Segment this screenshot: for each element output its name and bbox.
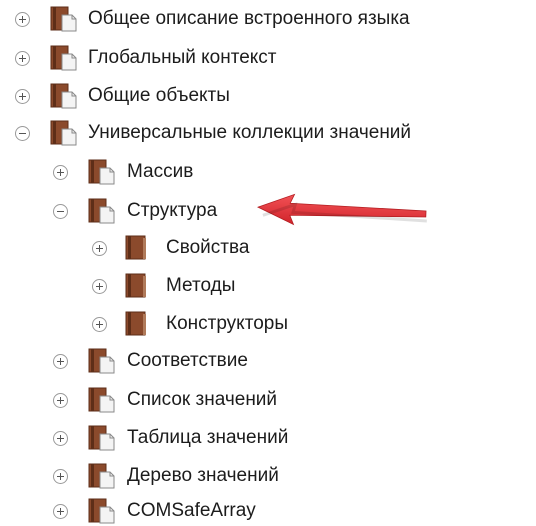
tree-item[interactable]: Методы — [0, 271, 536, 301]
tree-item-label[interactable]: Дерево значений — [127, 465, 279, 487]
red-arrow-icon — [257, 193, 427, 226]
book-page-icon — [88, 498, 115, 524]
book-page-icon — [88, 387, 115, 413]
tree-item[interactable]: Дерево значений — [0, 461, 536, 491]
book-page-icon — [50, 83, 77, 109]
book-page-icon — [50, 45, 77, 71]
tree-item-label[interactable]: Общие объекты — [88, 85, 230, 107]
tree-item[interactable]: Массив — [0, 157, 536, 187]
expand-toggle[interactable] — [92, 241, 107, 256]
help-tree: Общее описание встроенного языка Глобаль… — [0, 0, 536, 526]
tree-item[interactable]: Глобальный контекст — [0, 43, 536, 73]
book-page-icon — [88, 425, 115, 451]
expand-toggle[interactable] — [92, 279, 107, 294]
tree-item-label[interactable]: Методы — [166, 275, 235, 297]
book-icon — [125, 273, 146, 298]
tree-item-label[interactable]: Глобальный контекст — [88, 47, 277, 69]
expand-toggle[interactable] — [53, 354, 68, 369]
collapse-toggle[interactable] — [15, 126, 30, 141]
expand-toggle[interactable] — [53, 431, 68, 446]
tree-item-label[interactable]: Свойства — [166, 237, 249, 259]
collapse-toggle[interactable] — [53, 204, 68, 219]
expand-toggle[interactable] — [53, 165, 68, 180]
tree-item-label[interactable]: Структура — [127, 200, 217, 222]
book-page-icon — [88, 463, 115, 489]
book-icon — [125, 235, 146, 260]
tree-item-label[interactable]: Конструкторы — [166, 313, 288, 335]
tree-item-label[interactable]: COMSafeArray — [127, 500, 256, 522]
expand-toggle[interactable] — [15, 12, 30, 27]
expand-toggle[interactable] — [15, 51, 30, 66]
tree-item[interactable]: Конструкторы — [0, 309, 536, 339]
tree-item-label[interactable]: Список значений — [127, 389, 277, 411]
expand-toggle[interactable] — [15, 89, 30, 104]
tree-item[interactable]: Общие объекты — [0, 81, 536, 111]
tree-item-label[interactable]: Универсальные коллекции значений — [88, 122, 411, 144]
tree-item[interactable]: COMSafeArray — [0, 496, 536, 526]
expand-toggle[interactable] — [92, 317, 107, 332]
tree-item-label[interactable]: Общее описание встроенного языка — [88, 8, 410, 30]
book-page-icon — [88, 159, 115, 185]
expand-toggle[interactable] — [53, 504, 68, 519]
tree-item[interactable]: Список значений — [0, 385, 536, 415]
book-page-icon — [50, 6, 77, 32]
tree-item[interactable]: Таблица значений — [0, 423, 536, 453]
expand-toggle[interactable] — [53, 469, 68, 484]
tree-item[interactable]: Соответствие — [0, 346, 536, 376]
tree-item-label[interactable]: Массив — [127, 161, 193, 183]
book-icon — [125, 311, 146, 336]
tree-item-label[interactable]: Таблица значений — [127, 427, 288, 449]
tree-item[interactable]: Общее описание встроенного языка — [0, 4, 536, 34]
book-page-icon — [88, 198, 115, 224]
tree-item-label[interactable]: Соответствие — [127, 350, 248, 372]
book-page-icon — [88, 348, 115, 374]
expand-toggle[interactable] — [53, 393, 68, 408]
tree-item[interactable]: Универсальные коллекции значений — [0, 118, 536, 148]
book-page-icon — [50, 120, 77, 146]
